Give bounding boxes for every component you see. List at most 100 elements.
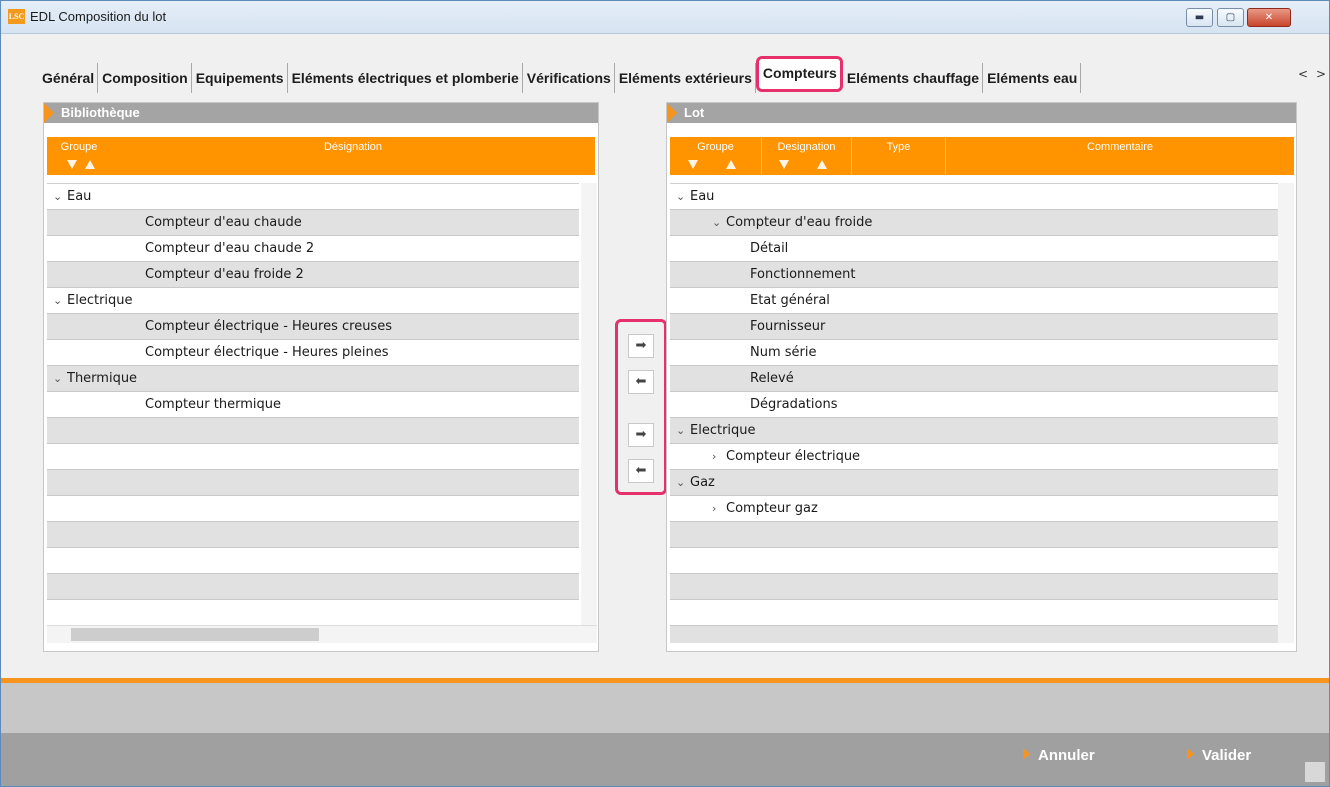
- tree-row[interactable]: [47, 444, 579, 470]
- tree-row[interactable]: Compteur d'eau chaude: [47, 210, 579, 236]
- tree-row[interactable]: [670, 626, 1278, 643]
- tab-prev-icon[interactable]: <: [1298, 67, 1308, 81]
- library-horizontal-scrollbar[interactable]: [47, 625, 597, 643]
- title-bar[interactable]: LSC EDL Composition du lot ▬ ▢ ✕: [1, 1, 1329, 34]
- tree-row-label: Compteur d'eau froide: [726, 215, 873, 230]
- library-list[interactable]: ⌄ Eau Compteur d'eau chaude Compteur d'eau …: [47, 183, 579, 625]
- tab-elements-exterieurs[interactable]: Eléments extérieurs: [615, 63, 756, 93]
- lot-list[interactable]: ⌄ Eau ⌄ Compteur d'eau froide Détail Fonction…: [670, 183, 1278, 643]
- footer-bar: Annuler Valider: [1, 733, 1329, 786]
- tree-row[interactable]: Relevé: [670, 366, 1278, 392]
- tree-row[interactable]: [47, 548, 579, 574]
- chevron-down-icon[interactable]: ⌄: [676, 184, 690, 209]
- tree-row[interactable]: ⌄ Eau: [670, 184, 1278, 210]
- tree-row[interactable]: [670, 574, 1278, 600]
- tree-row[interactable]: Etat général: [670, 288, 1278, 314]
- tree-row[interactable]: Fournisseur: [670, 314, 1278, 340]
- lot-title: Lot: [684, 105, 705, 120]
- column-group[interactable]: Groupe: [670, 137, 762, 175]
- tree-row[interactable]: Compteur d'eau chaude 2: [47, 236, 579, 262]
- tree-row-label: Electrique: [690, 423, 756, 438]
- tab-general[interactable]: Général: [38, 63, 99, 93]
- minimize-button[interactable]: ▬: [1186, 8, 1213, 27]
- column-comment[interactable]: Commentaire: [946, 137, 1294, 175]
- tree-row[interactable]: [47, 470, 579, 496]
- tab-equipements[interactable]: Equipements: [192, 63, 288, 93]
- tree-row[interactable]: [47, 574, 579, 600]
- column-designation[interactable]: Designation: [762, 137, 852, 175]
- tab-elements-eau[interactable]: Eléments eau: [983, 63, 1082, 93]
- chevron-right-icon[interactable]: ›: [712, 444, 726, 469]
- sort-asc-icon[interactable]: [85, 160, 95, 169]
- column-designation-label: Désignation: [323, 141, 383, 153]
- column-designation[interactable]: Désignation: [111, 137, 595, 175]
- close-button[interactable]: ✕: [1247, 8, 1291, 27]
- tree-row-label: Eau: [67, 189, 92, 204]
- maximize-button[interactable]: ▢: [1217, 8, 1244, 27]
- chevron-down-icon[interactable]: ⌄: [53, 288, 67, 313]
- add-all-arrow-button[interactable]: ➡: [628, 423, 654, 447]
- lot-panel: Lot Groupe Designation Type Commentaire …: [666, 102, 1297, 652]
- tab-elements-electriques-plomberie[interactable]: Eléments électriques et plomberie: [288, 63, 523, 93]
- tab-compteurs[interactable]: Compteurs: [755, 56, 843, 92]
- sort-desc-icon[interactable]: [779, 160, 789, 169]
- add-arrow-button[interactable]: ➡: [628, 334, 654, 358]
- arrow-icon: [1023, 748, 1030, 760]
- tree-row[interactable]: › Compteur gaz: [670, 496, 1278, 522]
- tree-row[interactable]: Détail: [670, 236, 1278, 262]
- tree-row[interactable]: Compteur thermique: [47, 392, 579, 418]
- chevron-down-icon[interactable]: ⌄: [676, 418, 690, 443]
- tree-row[interactable]: › Compteur électrique: [670, 444, 1278, 470]
- remove-all-arrow-button[interactable]: ⬅: [628, 459, 654, 483]
- sort-desc-icon[interactable]: [688, 160, 698, 169]
- remove-arrow-button[interactable]: ⬅: [628, 370, 654, 394]
- tree-row[interactable]: ⌄ Gaz: [670, 470, 1278, 496]
- tree-row[interactable]: Compteur électrique - Heures pleines: [47, 340, 579, 366]
- tab-next-icon[interactable]: >: [1316, 67, 1326, 81]
- tree-row[interactable]: ⌄ Compteur d'eau froide: [670, 210, 1278, 236]
- tree-row-label: Compteur thermique: [145, 397, 281, 412]
- tree-row[interactable]: Fonctionnement: [670, 262, 1278, 288]
- tree-row-label: Détail: [750, 241, 789, 256]
- lot-vertical-scrollbar[interactable]: [1278, 183, 1294, 643]
- tab-elements-chauffage[interactable]: Eléments chauffage: [843, 63, 984, 93]
- column-group[interactable]: Groupe: [47, 137, 111, 175]
- tab-composition[interactable]: Composition: [98, 63, 192, 93]
- column-group-label: Groupe: [697, 141, 734, 153]
- tree-row[interactable]: [670, 522, 1278, 548]
- tree-row[interactable]: [47, 600, 579, 625]
- tree-row[interactable]: Num série: [670, 340, 1278, 366]
- chevron-down-icon[interactable]: ⌄: [676, 470, 690, 495]
- chevron-down-icon[interactable]: ⌄: [53, 184, 67, 209]
- tree-row-label: Compteur d'eau froide 2: [145, 267, 304, 282]
- tree-row[interactable]: ⌄ Thermique: [47, 366, 579, 392]
- scroll-thumb[interactable]: [71, 628, 319, 641]
- tree-row[interactable]: [47, 418, 579, 444]
- tab-verifications[interactable]: Vérifications: [523, 63, 615, 93]
- tree-row[interactable]: Dégradations: [670, 392, 1278, 418]
- tree-row[interactable]: ⌄ Electrique: [670, 418, 1278, 444]
- tree-row[interactable]: [47, 522, 579, 548]
- tree-row[interactable]: Compteur d'eau froide 2: [47, 262, 579, 288]
- sort-asc-icon[interactable]: [817, 160, 827, 169]
- resize-grip-icon[interactable]: [1305, 762, 1325, 782]
- tree-row[interactable]: [670, 548, 1278, 574]
- chevron-right-icon[interactable]: ›: [712, 496, 726, 521]
- tree-row[interactable]: [47, 496, 579, 522]
- tree-row[interactable]: Compteur électrique - Heures creuses: [47, 314, 579, 340]
- cancel-button[interactable]: Annuler: [1023, 747, 1095, 764]
- tree-row[interactable]: ⌄ Electrique: [47, 288, 579, 314]
- tree-row[interactable]: ⌄ Eau: [47, 184, 579, 210]
- library-title: Bibliothèque: [61, 105, 140, 120]
- window: LSC EDL Composition du lot ▬ ▢ ✕ Général…: [0, 0, 1330, 787]
- tree-row[interactable]: [670, 600, 1278, 626]
- library-vertical-scrollbar[interactable]: [581, 183, 597, 625]
- chevron-down-icon[interactable]: ⌄: [712, 210, 726, 235]
- tree-row-label: Compteur électrique: [726, 449, 861, 464]
- validate-button[interactable]: Valider: [1187, 747, 1251, 764]
- chevron-down-icon[interactable]: ⌄: [53, 366, 67, 391]
- column-type[interactable]: Type: [852, 137, 946, 175]
- column-comment-label: Commentaire: [1086, 141, 1154, 153]
- sort-desc-icon[interactable]: [67, 160, 77, 169]
- sort-asc-icon[interactable]: [726, 160, 736, 169]
